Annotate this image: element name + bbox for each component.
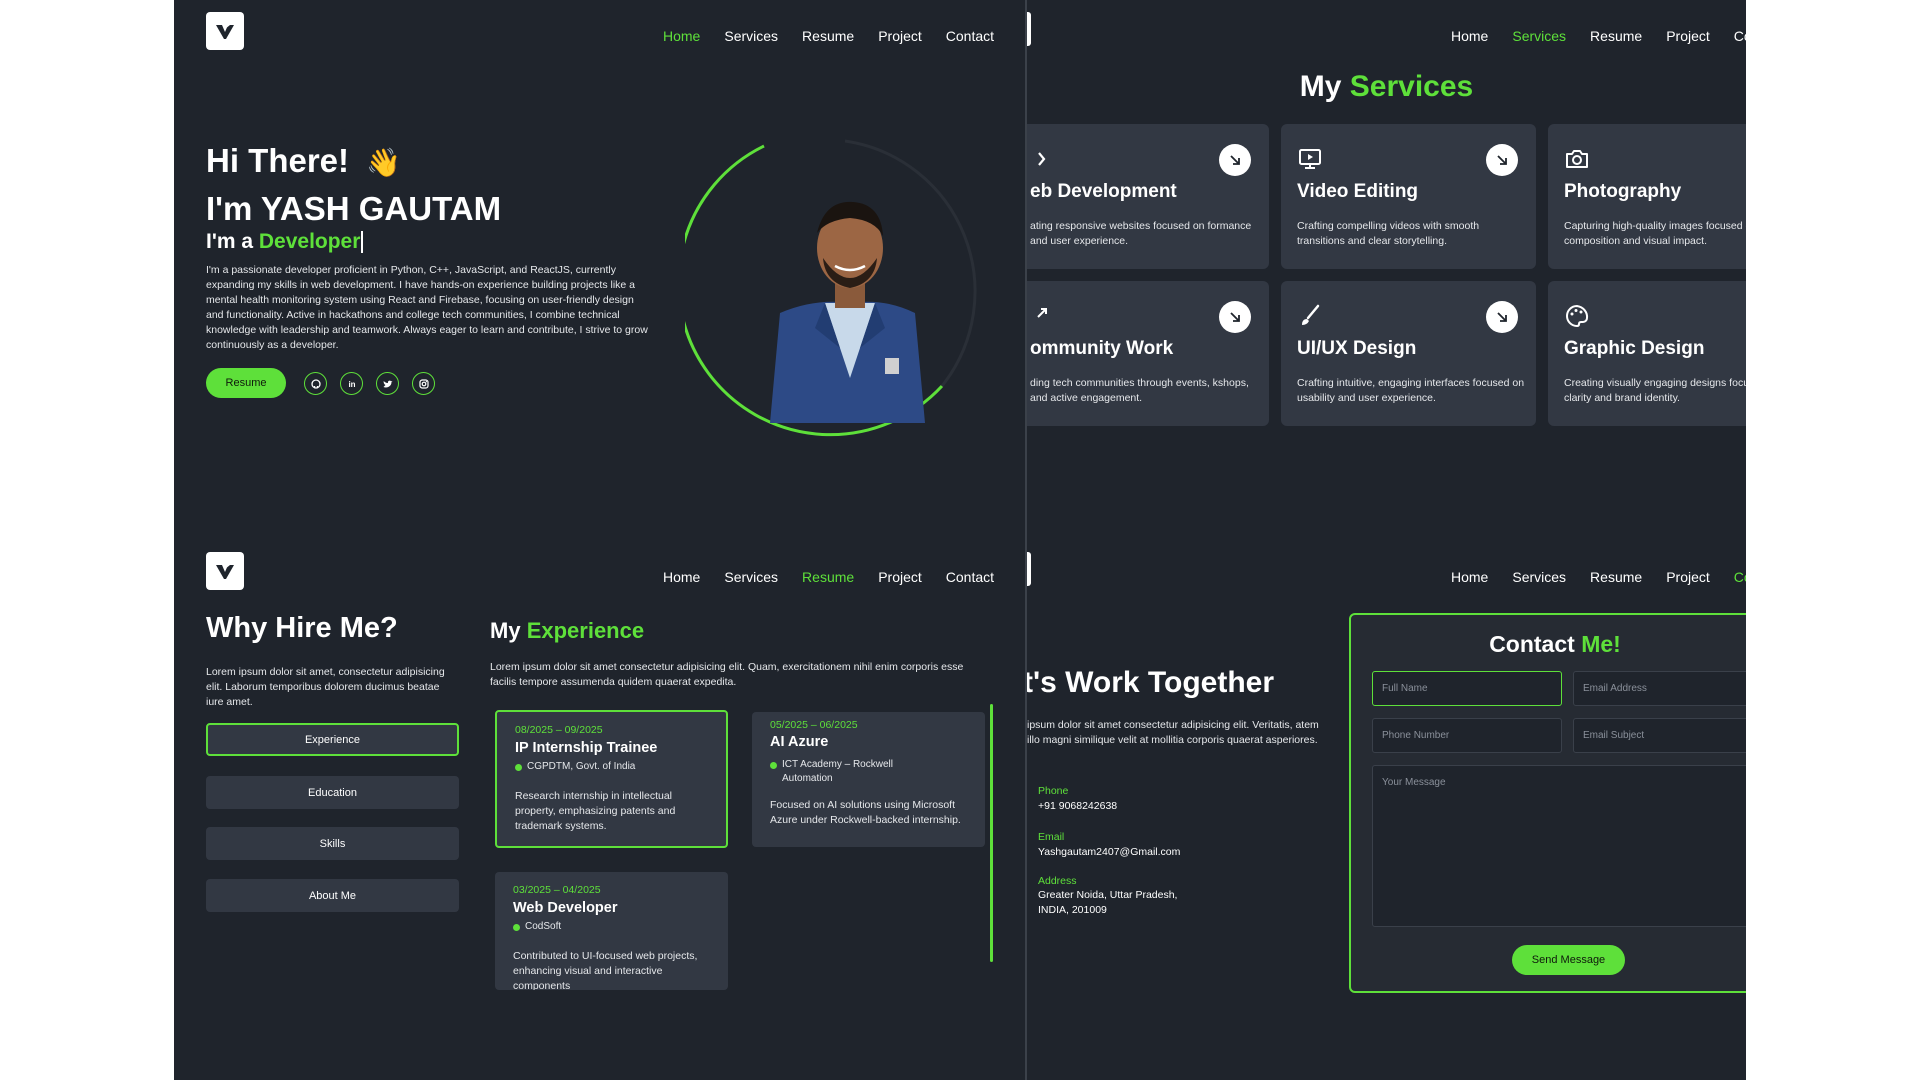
arrow-icon[interactable] xyxy=(1486,301,1518,333)
nav-home[interactable]: Home xyxy=(1451,569,1488,585)
contact-form-title: Contact Me! xyxy=(1489,631,1621,657)
phone-label: Phone xyxy=(1038,785,1069,797)
nav-contact[interactable]: Contact xyxy=(946,28,994,44)
services-nav: Home Services Resume Project Co xyxy=(1451,28,1746,44)
nav-project[interactable]: Project xyxy=(1666,569,1710,585)
tab-skills[interactable]: Skills xyxy=(206,827,459,860)
svg-text:in: in xyxy=(348,380,355,389)
experience-scrollbar[interactable] xyxy=(990,704,993,962)
linkedin-icon[interactable]: in xyxy=(340,372,363,395)
nav-services[interactable]: Services xyxy=(724,28,778,44)
nav-home[interactable]: Home xyxy=(1451,28,1488,44)
hero-role: I'm a Developer xyxy=(206,230,364,254)
resume-button[interactable]: Resume xyxy=(206,368,286,398)
resume-panel: Home Services Resume Project Contact Why… xyxy=(174,540,1025,1080)
hero-panel: Home Services Resume Project Contact Hi … xyxy=(174,0,1025,540)
address-line-2: INDIA, 201009 xyxy=(1038,904,1107,916)
email-label: Email xyxy=(1038,831,1065,843)
brush-icon xyxy=(1302,304,1320,325)
experience-title: My Experience xyxy=(490,618,645,643)
service-card-community-work[interactable]: ommunity Work ding tech communities thro… xyxy=(1027,281,1269,426)
address-label: Address xyxy=(1038,875,1077,887)
contact-nav: Home Services Resume Project Co xyxy=(1451,569,1746,585)
nav-services[interactable]: Services xyxy=(724,569,778,585)
profile-photo xyxy=(677,138,995,448)
role-word: Developer xyxy=(258,230,361,253)
github-icon[interactable] xyxy=(304,372,327,395)
nav-project[interactable]: Project xyxy=(878,569,922,585)
camera-icon xyxy=(1566,150,1588,168)
service-card-ui-ux-design[interactable]: UI/UX Design Crafting intuitive, engagin… xyxy=(1281,281,1536,426)
nav-services[interactable]: Services xyxy=(1512,28,1566,44)
nav-home[interactable]: Home xyxy=(663,569,700,585)
greeting: Hi There! 👋 xyxy=(206,142,402,179)
tab-education[interactable]: Education xyxy=(206,776,459,809)
logo-mark-icon xyxy=(216,565,234,579)
services-panel: Home Services Resume Project Co My Servi… xyxy=(1027,0,1746,540)
service-card-web-development[interactable]: eb Development ating responsive websites… xyxy=(1027,124,1269,269)
monitor-icon xyxy=(1299,149,1321,169)
contact-panel: Home Services Resume Project Co t's Work… xyxy=(1027,540,1746,1080)
experience-card[interactable]: 08/2025 – 09/2025 IP Internship Trainee … xyxy=(495,710,728,848)
experience-text: Lorem ipsum dolor sit amet consectetur a… xyxy=(490,661,964,688)
nav-contact[interactable]: Contact xyxy=(946,569,994,585)
arrow-icon[interactable] xyxy=(1486,144,1518,176)
typing-caret xyxy=(361,231,364,254)
palette-icon xyxy=(1566,304,1589,328)
resume-nav: Home Services Resume Project Contact xyxy=(663,569,994,585)
hero-bio: I'm a passionate developer proficient in… xyxy=(206,264,648,351)
experience-card[interactable]: 05/2025 – 06/2025 AI Azure ICT Academy –… xyxy=(752,712,985,847)
phone-number-field[interactable]: Phone Number xyxy=(1372,718,1562,753)
logo-edge xyxy=(1027,552,1031,586)
code-icon xyxy=(1038,152,1046,166)
nav-resume[interactable]: Resume xyxy=(802,569,854,585)
email-subject-field[interactable]: Email Subject xyxy=(1573,718,1746,753)
arrow-up-right-icon xyxy=(1037,308,1047,318)
message-field[interactable]: Your Message xyxy=(1372,765,1746,927)
why-hire-title: Why Hire Me? xyxy=(206,612,398,644)
nav-contact[interactable]: Co xyxy=(1734,569,1746,585)
work-together-text: ipsum dolor sit amet consectetur adipisi… xyxy=(1027,719,1319,746)
address-line-1: Greater Noida, Uttar Pradesh, xyxy=(1038,889,1178,901)
twitter-icon[interactable] xyxy=(376,372,399,395)
full-name-field[interactable]: Full Name xyxy=(1372,671,1562,706)
hero-name: I'm YASH GAUTAM xyxy=(206,190,502,227)
logo[interactable] xyxy=(206,552,244,590)
service-card-photography[interactable]: Photography Capturing high-quality image… xyxy=(1548,124,1746,269)
service-card-graphic-design[interactable]: Graphic Design Creating visually engagin… xyxy=(1548,281,1746,426)
arrow-icon[interactable] xyxy=(1219,144,1251,176)
nav-resume[interactable]: Resume xyxy=(1590,569,1642,585)
work-together-heading: t's Work Together xyxy=(1027,666,1275,699)
screenshot-collage: Home Services Resume Project Contact Hi … xyxy=(174,0,1746,1080)
nav-home[interactable]: Home xyxy=(663,28,700,44)
services-title: My Services xyxy=(1299,70,1474,103)
why-hire-text: Lorem ipsum dolor sit amet, consectetur … xyxy=(206,666,445,708)
nav-resume[interactable]: Resume xyxy=(1590,28,1642,44)
experience-card[interactable]: 03/2025 – 04/2025 Web Developer CodSoft … xyxy=(495,872,728,990)
service-card-video-editing[interactable]: Video Editing Crafting compelling videos… xyxy=(1281,124,1536,269)
arrow-icon[interactable] xyxy=(1219,301,1251,333)
phone-value: +91 9068242638 xyxy=(1038,800,1118,812)
nav-project[interactable]: Project xyxy=(878,28,922,44)
email-value: Yashgautam2407@Gmail.com xyxy=(1038,846,1181,858)
nav-project[interactable]: Project xyxy=(1666,28,1710,44)
logo[interactable] xyxy=(206,12,244,50)
tab-experience[interactable]: Experience xyxy=(206,723,459,756)
nav-resume[interactable]: Resume xyxy=(802,28,854,44)
nav-contact[interactable]: Co xyxy=(1734,28,1746,44)
logo-edge xyxy=(1027,12,1031,46)
wave-icon: 👋 xyxy=(366,147,402,178)
logo-mark-icon xyxy=(216,25,234,39)
send-message-button[interactable]: Send Message xyxy=(1512,945,1625,975)
instagram-icon[interactable] xyxy=(412,372,435,395)
main-nav: Home Services Resume Project Contact xyxy=(663,28,994,44)
contact-form: Contact Me! Full Name Email Address Phon… xyxy=(1349,613,1746,993)
tab-about-me[interactable]: About Me xyxy=(206,879,459,912)
nav-services[interactable]: Services xyxy=(1512,569,1566,585)
email-address-field[interactable]: Email Address xyxy=(1573,671,1746,706)
